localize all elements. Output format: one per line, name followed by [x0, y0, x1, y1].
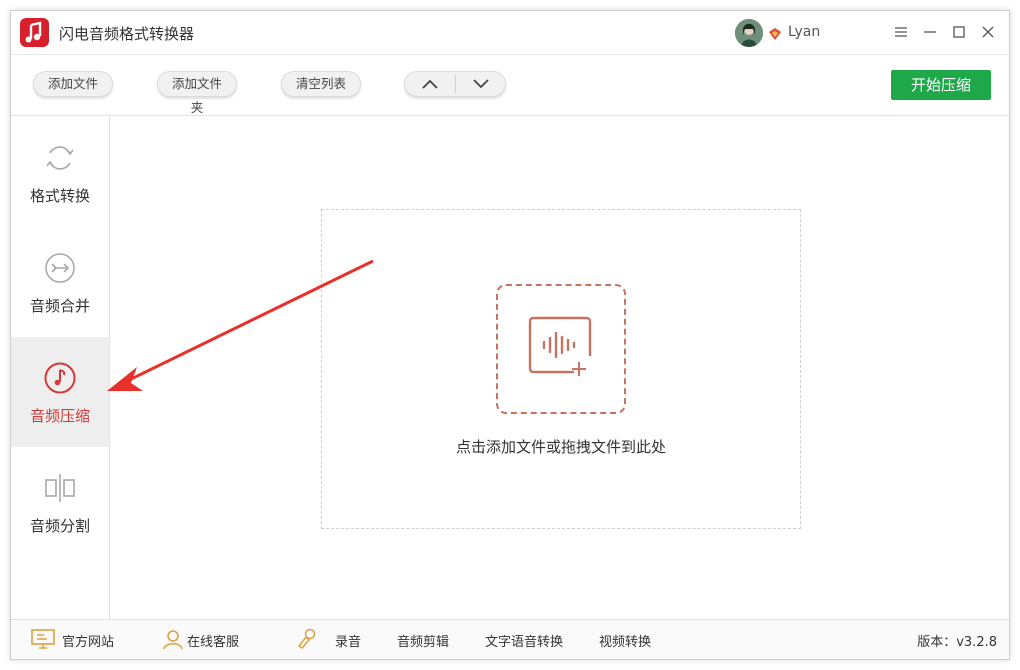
sidebar-item-label: 音频压缩: [29, 407, 90, 425]
footer: 官方网站 在线客服 录音 音频剪辑 文字语音转换 视频转换 版本：v3.2.8: [11, 619, 1009, 659]
move-down-button[interactable]: [456, 72, 505, 96]
sidebar-item-label: 音频分割: [29, 517, 90, 535]
avatar[interactable]: [735, 19, 763, 47]
record-icon: [295, 628, 317, 654]
app-window: 闪电音频格式转换器 Lyan 添加文件 添加文件夹 清空列表 开始压缩 格式转换…: [10, 10, 1010, 660]
online-service-link[interactable]: 在线客服: [187, 631, 239, 650]
sidebar-item-audio-split[interactable]: 音频分割: [11, 447, 109, 557]
sidebar-item-label: 音频合并: [29, 297, 90, 315]
add-file-button[interactable]: 添加文件: [33, 71, 113, 97]
record-link[interactable]: 录音: [335, 631, 361, 650]
version-label: 版本：v3.2.8: [917, 635, 997, 650]
app-title: 闪电音频格式转换器: [59, 25, 195, 43]
drop-hint-text: 点击添加文件或拖拽文件到此处: [455, 438, 666, 456]
reorder-buttons: [404, 71, 506, 97]
sidebar: 格式转换 音频合并 音频压缩 音频分割: [11, 117, 110, 619]
sidebar-item-label: 格式转换: [29, 187, 90, 205]
file-drop-zone[interactable]: 点击添加文件或拖拽文件到此处: [321, 209, 801, 529]
clear-list-button[interactable]: 清空列表: [281, 71, 361, 97]
maximize-icon[interactable]: [950, 23, 968, 41]
close-icon[interactable]: [979, 23, 997, 41]
start-compress-button[interactable]: 开始压缩: [891, 70, 991, 100]
add-audio-button[interactable]: [496, 284, 626, 414]
merge-icon: [43, 251, 77, 285]
app-logo: [20, 18, 49, 47]
chevron-down-icon: [473, 79, 489, 89]
menu-icon[interactable]: [892, 23, 910, 41]
vip-icon: [768, 26, 782, 40]
sidebar-item-audio-compress[interactable]: 音频压缩: [11, 337, 109, 447]
tts-link[interactable]: 文字语音转换: [485, 631, 563, 650]
chevron-up-icon: [422, 79, 438, 89]
music-note-icon: [43, 361, 77, 395]
video-convert-link[interactable]: 视频转换: [599, 631, 651, 650]
move-up-button[interactable]: [405, 72, 455, 96]
sidebar-item-audio-merge[interactable]: 音频合并: [11, 227, 109, 337]
sidebar-item-format-convert[interactable]: 格式转换: [11, 117, 109, 227]
title-bar: 闪电音频格式转换器 Lyan: [11, 11, 1009, 55]
add-folder-button[interactable]: 添加文件夹: [157, 71, 237, 115]
official-site-link[interactable]: 官方网站: [62, 631, 114, 650]
refresh-icon: [43, 141, 77, 175]
add-audio-icon: [528, 316, 592, 376]
monitor-icon: [31, 628, 55, 654]
audio-edit-link[interactable]: 音频剪辑: [397, 631, 449, 650]
annotation-arrow-icon: [107, 259, 374, 391]
customer-service-icon: [162, 628, 184, 654]
minimize-icon[interactable]: [921, 23, 939, 41]
split-icon: [43, 471, 77, 505]
username[interactable]: Lyan: [788, 24, 820, 40]
toolbar: 添加文件 添加文件夹 清空列表 开始压缩: [11, 56, 1009, 116]
